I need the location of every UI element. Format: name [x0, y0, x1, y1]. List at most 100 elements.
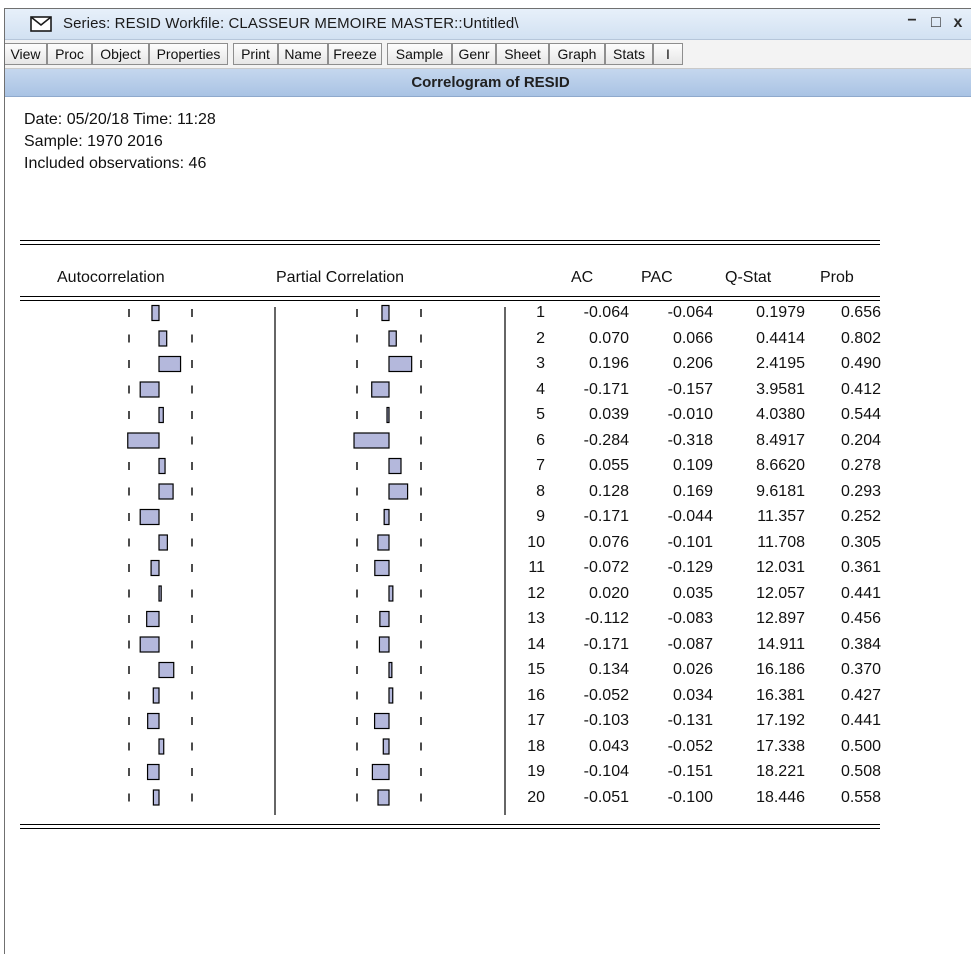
- pac-bar: [371, 763, 390, 781]
- lag-cell: 19: [527, 763, 545, 780]
- lag-cell: 16: [527, 686, 545, 704]
- pac-bar: [386, 406, 390, 424]
- lag-cell: 18: [527, 737, 545, 755]
- qstat-cell: 8.6620: [756, 457, 805, 474]
- pac-bar: [371, 381, 390, 398]
- pac-cell: 0.109: [672, 457, 713, 474]
- ac-bar: [146, 610, 160, 628]
- ac-cell: 0.070: [588, 329, 629, 347]
- prob-cell: 0.558: [840, 788, 881, 806]
- prob-cell: 0.204: [840, 431, 881, 449]
- lag-cell: 17: [527, 712, 545, 729]
- ident-button[interactable]: I: [653, 43, 683, 65]
- ac-cell: -0.171: [583, 508, 629, 525]
- pac-cell: -0.044: [667, 508, 713, 525]
- qstat-cell: 11.357: [757, 508, 805, 525]
- qstat-cell: 17.192: [756, 712, 805, 729]
- object-button[interactable]: Object: [92, 43, 149, 65]
- qstat-cell: 9.6181: [756, 482, 805, 500]
- proc-button[interactable]: Proc: [47, 43, 92, 65]
- prob-cell: 0.252: [840, 508, 881, 525]
- pac-bar: [383, 508, 390, 526]
- name-button[interactable]: Name: [278, 43, 328, 65]
- freeze-button[interactable]: Freeze: [328, 43, 382, 65]
- pac-cell: -0.131: [667, 712, 713, 729]
- qstat-cell: 12.057: [756, 584, 805, 602]
- pac-cell: -0.010: [667, 406, 713, 423]
- pac-cell: 0.034: [672, 686, 713, 704]
- maximize-button[interactable]: □: [927, 14, 945, 32]
- qstat-cell: 2.4195: [756, 355, 805, 372]
- pac-bar: [353, 432, 390, 449]
- lag-cell: 12: [527, 584, 545, 602]
- prob-cell: 0.456: [840, 610, 881, 627]
- title-bar[interactable]: Series: RESID Workfile: CLASSEUR MEMOIRE…: [5, 9, 971, 40]
- pac-bar: [388, 330, 397, 347]
- ac-bar: [158, 585, 162, 602]
- prob-cell: 0.441: [840, 584, 881, 602]
- minimize-button[interactable]: −: [903, 12, 921, 30]
- ac-cell: 0.128: [588, 482, 629, 500]
- pac-cell: -0.318: [667, 431, 713, 449]
- qstat-cell: 14.911: [757, 635, 805, 653]
- lag-cell: 4: [536, 380, 545, 398]
- pac-cell: 0.026: [672, 661, 713, 678]
- ac-bar: [151, 304, 160, 322]
- properties-button[interactable]: Properties: [149, 43, 228, 65]
- lag-cell: 1: [536, 304, 545, 321]
- ac-cell: 0.039: [588, 406, 629, 423]
- qstat-cell: 12.031: [756, 559, 805, 576]
- pac-bar: [388, 585, 394, 602]
- ac-bar: [147, 712, 160, 730]
- series-window: Series: RESID Workfile: CLASSEUR MEMOIRE…: [4, 8, 971, 954]
- ac-bar: [139, 381, 160, 398]
- series-envelope-icon: [30, 16, 52, 32]
- view-button[interactable]: View: [5, 43, 47, 65]
- lag-cell: 15: [527, 661, 545, 678]
- ac-cell: -0.104: [583, 763, 629, 780]
- ac-cell: -0.171: [583, 635, 629, 653]
- pac-bar: [382, 738, 390, 755]
- lag-cell: 11: [528, 559, 545, 576]
- prob-cell: 0.500: [840, 737, 881, 755]
- ac-bar: [158, 661, 175, 679]
- window-title: Series: RESID Workfile: CLASSEUR MEMOIRE…: [63, 15, 519, 32]
- pac-bar: [377, 534, 390, 551]
- pac-cell: 0.035: [672, 584, 713, 602]
- sample-button[interactable]: Sample: [387, 43, 452, 65]
- close-button[interactable]: x: [949, 14, 967, 32]
- prob-cell: 0.305: [840, 533, 881, 551]
- lag-cell: 13: [527, 610, 545, 627]
- qstat-cell: 16.186: [756, 661, 805, 678]
- lag-cell: 14: [527, 635, 545, 653]
- qstat-cell: 18.446: [756, 788, 805, 806]
- ac-bar: [158, 738, 165, 755]
- ac-cell: 0.043: [588, 737, 629, 755]
- prob-cell: 0.384: [840, 635, 881, 653]
- ac-bar: [158, 330, 168, 347]
- pac-cell: -0.064: [667, 304, 713, 321]
- ac-cell: -0.112: [584, 610, 629, 627]
- pac-bar: [378, 636, 390, 653]
- ac-cell: -0.072: [583, 559, 629, 576]
- ac-cell: -0.284: [583, 431, 629, 449]
- pac-bar: [377, 789, 390, 806]
- pac-bar: [373, 712, 390, 730]
- stats-button[interactable]: Stats: [605, 43, 653, 65]
- ac-bar: [158, 355, 182, 373]
- ac-cell: -0.051: [583, 788, 629, 806]
- pac-bar: [388, 457, 402, 475]
- sheet-button[interactable]: Sheet: [496, 43, 549, 65]
- ac-bar: [139, 636, 160, 653]
- graph-button[interactable]: Graph: [549, 43, 605, 65]
- pac-cell: -0.157: [667, 380, 713, 398]
- pac-cell: -0.100: [667, 788, 713, 806]
- qstat-cell: 8.4917: [756, 431, 805, 449]
- view-header: Correlogram of RESID: [5, 69, 971, 97]
- print-button[interactable]: Print: [233, 43, 278, 65]
- genr-button[interactable]: Genr: [452, 43, 496, 65]
- bottom-rule-2: [20, 828, 880, 829]
- ac-bar: [158, 534, 168, 551]
- prob-cell: 0.361: [840, 559, 881, 576]
- pac-bar: [379, 610, 390, 628]
